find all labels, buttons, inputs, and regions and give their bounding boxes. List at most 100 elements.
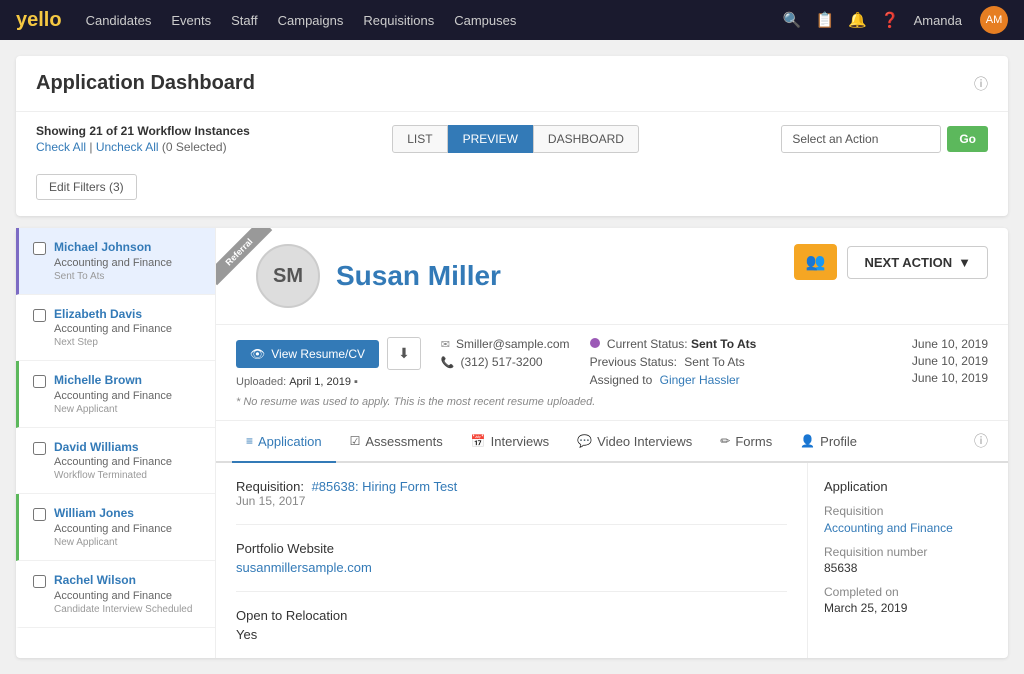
next-action-label: NEXT ACTION xyxy=(864,255,952,270)
tab-application[interactable]: ≡ Application xyxy=(232,421,336,463)
candidate-status: Sent To Ats xyxy=(54,271,201,282)
list-view-tab[interactable]: LIST xyxy=(392,125,447,153)
candidate-dept: Accounting and Finance xyxy=(54,590,201,602)
preview-view-tab[interactable]: PREVIEW xyxy=(448,125,533,153)
portfolio-link[interactable]: susanmillersample.com xyxy=(236,560,372,575)
content-area: Michael Johnson Accounting and Finance S… xyxy=(16,228,1008,658)
candidate-status: Workflow Terminated xyxy=(54,470,201,481)
candidate-checkbox[interactable] xyxy=(33,575,46,588)
detail-panel: Referral SM Susan Miller 👥 NEXT ACTION ▼ xyxy=(216,228,1008,658)
tab-profile-label: Profile xyxy=(820,434,857,449)
nav-campuses[interactable]: Campuses xyxy=(454,13,516,28)
candidate-checkbox[interactable] xyxy=(33,309,46,322)
current-status-value: Sent To Ats xyxy=(691,337,756,351)
uncheck-all-link[interactable]: Uncheck All xyxy=(96,140,159,154)
candidate-info: Michelle Brown Accounting and Finance Ne… xyxy=(54,373,201,415)
current-status-row: Current Status: Sent To Ats xyxy=(590,337,757,351)
candidate-item[interactable]: Rachel Wilson Accounting and Finance Can… xyxy=(16,561,215,628)
avatar[interactable]: AM xyxy=(980,6,1008,34)
candidate-name: William Jones xyxy=(54,506,201,522)
phone-icon: 📞 xyxy=(441,356,455,369)
candidate-name: Michelle Brown xyxy=(54,373,201,389)
tab-sidebar: Application Requisition Accounting and F… xyxy=(808,463,1008,658)
prev-status-row: Previous Status: Sent To Ats xyxy=(590,355,757,369)
tab-assessments[interactable]: ☑ Assessments xyxy=(336,421,457,463)
tab-forms[interactable]: ✏ Forms xyxy=(706,421,786,463)
uploaded-date: April 1, 2019 xyxy=(289,376,351,388)
download-icon: ⬇ xyxy=(398,345,410,361)
forms-tab-icon: ✏ xyxy=(720,434,730,448)
sidebar-section-title: Application xyxy=(824,479,992,494)
nav-staff[interactable]: Staff xyxy=(231,13,258,28)
status-dot xyxy=(590,338,600,348)
referral-ribbon-container: Referral xyxy=(216,228,286,298)
action-row: Select an Action Go xyxy=(781,125,988,153)
phone-value: (312) 517-3200 xyxy=(461,355,543,369)
requisition-link[interactable]: #85638: Hiring Form Test xyxy=(312,479,458,494)
candidate-item[interactable]: William Jones Accounting and Finance New… xyxy=(16,494,215,561)
sidebar-completed-label: Completed on xyxy=(824,585,992,599)
no-resume-note: * No resume was used to apply. This is t… xyxy=(236,396,988,408)
download-button[interactable]: ⬇ xyxy=(387,337,421,370)
sidebar-reqnum-label: Requisition number xyxy=(824,545,992,559)
tab-main: Requisition: #85638: Hiring Form Test Ju… xyxy=(216,463,808,658)
tab-profile[interactable]: 👤 Profile xyxy=(786,421,871,463)
check-links: Check All | Uncheck All (0 Selected) xyxy=(36,140,250,154)
action-select[interactable]: Select an Action xyxy=(781,125,941,153)
go-button[interactable]: Go xyxy=(947,126,988,152)
filter-row: Edit Filters (3) xyxy=(16,166,1008,216)
candidate-checkbox[interactable] xyxy=(33,442,46,455)
info-icon[interactable]: ⓘ xyxy=(974,74,988,94)
candidate-name: David Williams xyxy=(54,440,201,456)
search-icon[interactable]: 🔍 xyxy=(783,11,802,29)
candidate-checkbox[interactable] xyxy=(33,242,46,255)
tab-info-icon[interactable]: ⓘ xyxy=(970,421,992,461)
nav-items: Candidates Events Staff Campaigns Requis… xyxy=(86,13,783,28)
tab-assessments-label: Assessments xyxy=(365,434,442,449)
nav-campaigns[interactable]: Campaigns xyxy=(278,13,344,28)
candidate-status: Next Step xyxy=(54,337,201,348)
people-button[interactable]: 👥 xyxy=(794,244,838,280)
candidate-dept: Accounting and Finance xyxy=(54,323,201,335)
candidate-dept: Accounting and Finance xyxy=(54,456,201,468)
edit-filters-button[interactable]: Edit Filters (3) xyxy=(36,174,137,200)
assigned-link[interactable]: Ginger Hassler xyxy=(660,373,740,387)
detail-tabs: ≡ Application ☑ Assessments 📅 Interviews… xyxy=(216,421,1008,463)
view-resume-label: View Resume/CV xyxy=(271,347,365,361)
candidate-item[interactable]: Michael Johnson Accounting and Finance S… xyxy=(16,228,215,295)
bell-icon[interactable]: 🔔 xyxy=(848,11,867,29)
email-icon: ✉ xyxy=(441,338,450,351)
main-container: Application Dashboard ⓘ Showing 21 of 21… xyxy=(0,40,1024,674)
user-name[interactable]: Amanda xyxy=(914,13,962,28)
next-action-button[interactable]: NEXT ACTION ▼ xyxy=(847,246,988,279)
candidate-dept: Accounting and Finance xyxy=(54,257,201,269)
notifications-icon[interactable]: 📋 xyxy=(816,11,835,29)
showing-text: Showing 21 of 21 Workflow Instances xyxy=(36,124,250,138)
candidate-checkbox[interactable] xyxy=(33,375,46,388)
email-item: ✉ Smiller@sample.com xyxy=(441,337,570,351)
tab-video-interviews[interactable]: 💬 Video Interviews xyxy=(563,421,706,463)
candidate-item[interactable]: Michelle Brown Accounting and Finance Ne… xyxy=(16,361,215,428)
tab-interviews[interactable]: 📅 Interviews xyxy=(457,421,563,463)
prev-status-value: Sent To Ats xyxy=(684,355,745,369)
candidate-item[interactable]: David Williams Accounting and Finance Wo… xyxy=(16,428,215,495)
nav-candidates[interactable]: Candidates xyxy=(86,13,152,28)
view-resume-button[interactable]: 👁 View Resume/CV xyxy=(236,340,379,368)
sidebar-requisition-value[interactable]: Accounting and Finance xyxy=(824,521,953,535)
dashboard-view-tab[interactable]: DASHBOARD xyxy=(533,125,639,153)
phone-item: 📞 (312) 517-3200 xyxy=(441,355,570,369)
sidebar-completed-field: Completed on March 25, 2019 xyxy=(824,585,992,615)
date-1: June 10, 2019 xyxy=(912,337,988,351)
resume-contact: ✉ Smiller@sample.com 📞 (312) 517-3200 xyxy=(441,337,570,369)
chevron-down-icon: ▼ xyxy=(958,255,971,270)
candidate-item[interactable]: Elizabeth Davis Accounting and Finance N… xyxy=(16,295,215,362)
nav-requisitions[interactable]: Requisitions xyxy=(363,13,434,28)
nav-events[interactable]: Events xyxy=(171,13,211,28)
help-icon[interactable]: ❓ xyxy=(881,11,900,29)
yello-logo[interactable]: yello xyxy=(16,9,62,32)
candidate-checkbox[interactable] xyxy=(33,508,46,521)
uploaded-text: Uploaded: April 1, 2019 ▪ xyxy=(236,376,421,388)
dates-section: June 10, 2019 June 10, 2019 June 10, 201… xyxy=(912,337,988,388)
requisition-label: Requisition: xyxy=(236,479,304,494)
check-all-link[interactable]: Check All xyxy=(36,140,86,154)
